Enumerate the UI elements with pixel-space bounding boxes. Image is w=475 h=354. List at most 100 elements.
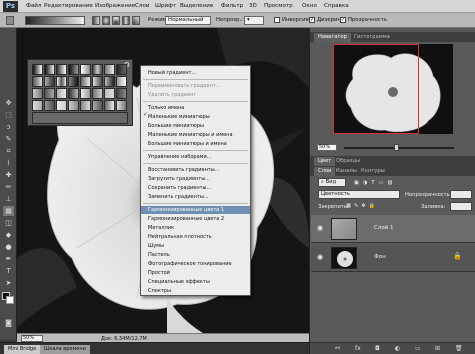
mode-select[interactable]: Нормальный [165,16,211,25]
gradient-swatch[interactable] [44,64,55,75]
menu-type[interactable]: Шрифт [155,3,176,9]
gradient-swatch[interactable] [56,88,67,99]
menu-image[interactable]: Изображение [95,3,135,9]
blend-mode-select[interactable]: Цветность [318,190,400,199]
menu-item-preset-manager[interactable]: Управление наборами... [141,153,250,161]
linear-gradient-icon[interactable] [92,16,100,25]
layer-row-layer1[interactable]: ◉ Слой 1 [311,215,475,243]
gradient-swatch[interactable] [68,76,79,87]
gradient-swatch[interactable] [56,100,67,111]
menu-item-spectrums[interactable]: Спектры [141,287,250,295]
layer-style-icon[interactable]: fx [355,345,361,352]
quick-select-tool-icon[interactable]: ✎ [3,134,14,144]
menu-item-color-harmonies-2[interactable]: Гармонизированные цвета 2 [141,215,250,223]
gradient-swatch[interactable] [32,88,43,99]
invert-checkbox[interactable] [274,17,280,23]
tab-histogram[interactable]: Гистограмма [350,33,394,42]
menu-item-text-only[interactable]: Только имена [141,104,250,112]
navigator-zoom-slider[interactable] [344,147,454,149]
menu-3d[interactable]: 3D [249,3,257,9]
lasso-tool-icon[interactable]: ↄ [3,122,14,132]
gradient-swatch[interactable] [104,64,115,75]
reflected-gradient-icon[interactable] [122,16,130,25]
gradient-swatch[interactable] [56,76,67,87]
menu-window[interactable]: Окно [302,3,317,9]
background-color-swatch[interactable] [6,296,14,304]
menu-item-small-list[interactable]: Маленькие миниатюры и имена [141,131,250,139]
type-tool-icon[interactable]: T [3,266,14,276]
menu-item-large-list[interactable]: Большие миниатюры и имена [141,140,250,148]
opacity-field[interactable]: ▾ [244,16,264,25]
radial-gradient-icon[interactable] [102,16,110,25]
gradient-swatch[interactable] [44,88,55,99]
crop-tool-icon[interactable]: ⌗ [3,146,14,156]
gradient-swatch[interactable] [92,76,103,87]
menu-item-neutral-density[interactable]: Нейтральная плотность [141,233,250,241]
menu-select[interactable]: Выделение [180,3,213,9]
layer-filter-icons[interactable]: ▣◑T▭▨ [354,180,396,186]
menu-item-simple[interactable]: Простой [141,269,250,277]
menu-help[interactable]: Справка [324,3,349,9]
navigator-zoom-knob[interactable] [394,144,399,151]
gradient-swatch[interactable] [68,100,79,111]
gradient-swatch[interactable] [44,100,55,111]
gradient-swatch[interactable] [80,88,91,99]
angle-gradient-icon[interactable] [112,16,120,25]
menu-item-noise-samples[interactable]: Шумы [141,242,250,250]
menu-item-replace-gradients[interactable]: Заменить градиенты... [141,193,250,201]
gradient-swatch[interactable] [104,76,115,87]
menu-item-large-thumbnail[interactable]: Большие миниатюры [141,122,250,130]
gradient-swatch[interactable] [80,64,91,75]
menu-filter[interactable]: Фильтр [221,3,243,9]
gradient-swatch[interactable] [44,76,55,87]
menu-item-small-thumbnail[interactable]: Маленькие миниатюры [141,113,250,121]
layer-fill-field[interactable] [450,202,472,211]
menu-item-special-effects[interactable]: Специальные эффекты [141,278,250,286]
gradient-swatch[interactable] [68,88,79,99]
zoom-field[interactable]: 50% [21,335,43,342]
link-layers-icon[interactable]: ⚯ [335,345,340,352]
adjustment-layer-icon[interactable]: ◐ [395,345,400,352]
document-canvas[interactable]: ⚙ Новый градиент... [17,28,309,340]
gradient-swatch[interactable] [32,100,43,111]
gradient-swatch[interactable] [56,64,67,75]
layer-filter-kind[interactable]: ⌕ Вид [318,178,346,187]
brush-tool-icon[interactable]: ✏ [3,182,14,192]
gradient-swatch[interactable] [116,88,127,99]
gradient-swatch[interactable] [92,100,103,111]
menu-file[interactable]: Файл [26,3,41,9]
menu-item-load-gradients[interactable]: Загрузить градиенты... [141,175,250,183]
delete-layer-icon[interactable]: 🗑 [455,345,463,352]
gradient-swatch[interactable] [92,64,103,75]
tab-navigator[interactable]: Навигатор [314,33,351,42]
menu-item-reset-gradients[interactable]: Восстановить градиенты... [141,166,250,174]
gradient-swatch[interactable] [80,76,91,87]
marquee-tool-icon[interactable]: ⬚ [3,110,14,120]
clone-stamp-tool-icon[interactable]: ⊥ [3,194,14,204]
gradient-swatch[interactable] [116,100,127,111]
layer-name[interactable]: Фон [374,254,386,260]
lock-icons[interactable]: ▦✎✥🔒 [346,203,378,209]
menu-item-save-gradients[interactable]: Сохранить градиенты... [141,184,250,192]
layer-name[interactable]: Слой 1 [374,225,394,231]
menu-item-new-gradient[interactable]: Новый градиент... [141,69,250,77]
tab-mini-bridge[interactable]: Mini Bridge [4,345,41,354]
dither-checkbox[interactable]: ✓ [309,17,315,23]
eyedropper-tool-icon[interactable]: ⌇ [3,158,14,168]
tool-preset-icon[interactable] [6,16,14,25]
blur-tool-icon[interactable]: ◆ [3,230,14,240]
navigator-view-box[interactable] [333,44,419,134]
gradient-swatch[interactable] [104,88,115,99]
tab-timeline[interactable]: Шкала времени [40,345,90,354]
gradient-tool-icon[interactable]: ▦ [3,206,14,216]
menu-item-metals[interactable]: Металлик [141,224,250,232]
tab-swatches[interactable]: Образцы [332,157,364,166]
menu-layers[interactable]: Слои [135,3,150,9]
picker-scroll-area[interactable] [32,112,128,124]
menu-item-color-harmonies-1[interactable]: Гармонизированные цвета 1 [141,206,250,214]
diamond-gradient-icon[interactable] [132,16,140,25]
gradient-swatch[interactable] [80,100,91,111]
gradient-swatch[interactable] [32,76,43,87]
gradient-swatch[interactable] [32,64,43,75]
menu-view[interactable]: Просмотр [264,3,293,9]
